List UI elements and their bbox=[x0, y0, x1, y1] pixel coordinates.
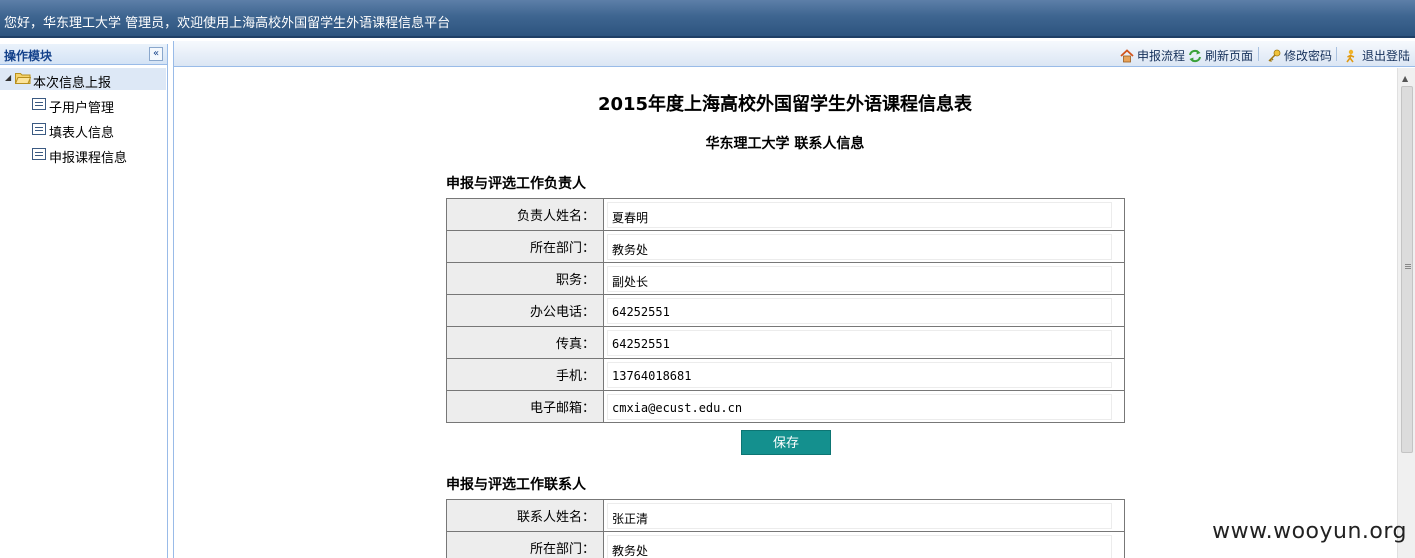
save-button[interactable]: 保存 bbox=[741, 430, 831, 455]
contact-info-table: 联系人姓名： 张正清 所在部门： 教务处 bbox=[446, 499, 1125, 558]
field-label: 所在部门： bbox=[446, 230, 604, 263]
change-password-button[interactable]: 修改密码 bbox=[1267, 47, 1332, 64]
content-area: 2015年度上海高校外国留学生外语课程信息表 华东理工大学 联系人信息 申报与评… bbox=[174, 68, 1396, 558]
table-row: 电子邮箱： cmxia@ecust.edu.cn bbox=[446, 390, 1125, 423]
vertical-scrollbar[interactable]: ▲ bbox=[1397, 68, 1415, 558]
mobile-input[interactable]: 13764018681 bbox=[607, 361, 1112, 388]
field-label: 职务： bbox=[446, 262, 604, 295]
contact-name-input[interactable]: 张正清 bbox=[607, 502, 1112, 529]
key-icon bbox=[1268, 49, 1281, 63]
watermark: www.wooyun.org bbox=[1212, 519, 1407, 544]
position-input[interactable]: 副处长 bbox=[607, 265, 1112, 292]
change-password-label: 修改密码 bbox=[1284, 49, 1333, 63]
sidebar-title: 操作模块 bbox=[4, 49, 53, 63]
collapse-icon[interactable]: « bbox=[149, 47, 163, 61]
table-row: 职务： 副处长 bbox=[446, 262, 1125, 295]
fax-input[interactable]: 64252551 bbox=[607, 329, 1112, 356]
sidebar-item-label: 填表人信息 bbox=[49, 126, 115, 141]
apply-process-label: 申报流程 bbox=[1137, 49, 1186, 63]
field-label: 手机： bbox=[446, 358, 604, 391]
apply-process-button[interactable]: 申报流程 bbox=[1120, 47, 1185, 64]
form-icon bbox=[32, 148, 46, 160]
form-icon bbox=[32, 98, 46, 110]
refresh-icon bbox=[1189, 49, 1201, 63]
toolbar-separator bbox=[1336, 47, 1337, 61]
toolbar: 申报流程 刷新页面 修改密码 退出登陆 bbox=[174, 41, 1415, 67]
sidebar-item-label: 申报课程信息 bbox=[49, 151, 128, 166]
section-title-responsible: 申报与评选工作负责人 bbox=[446, 176, 586, 192]
sidebar-item-label: 子用户管理 bbox=[49, 101, 115, 116]
table-row: 联系人姓名： 张正清 bbox=[446, 499, 1125, 532]
email-input[interactable]: cmxia@ecust.edu.cn bbox=[607, 393, 1112, 420]
expand-arrow-icon[interactable]: ◢ bbox=[5, 73, 11, 82]
sidebar: 操作模块 « ◢ 本次信息上报 子用户管理 填表人信息 申报课程信息 bbox=[0, 44, 168, 558]
main-panel: 申报流程 刷新页面 修改密码 退出登陆 2015年度上海高校外国留学生外语课程信… bbox=[173, 41, 1415, 558]
home-icon bbox=[1120, 49, 1134, 63]
field-label: 负责人姓名： bbox=[446, 198, 604, 231]
table-row: 所在部门： 教务处 bbox=[446, 230, 1125, 263]
table-row: 办公电话： 64252551 bbox=[446, 294, 1125, 327]
logout-button[interactable]: 退出登陆 bbox=[1345, 47, 1410, 64]
field-label: 办公电话： bbox=[446, 294, 604, 327]
top-banner: 您好，华东理工大学 管理员，欢迎使用上海高校外国留学生外语课程信息平台 bbox=[0, 0, 1415, 38]
table-row: 手机： 13764018681 bbox=[446, 358, 1125, 391]
contact-department-input[interactable]: 教务处 bbox=[607, 534, 1112, 558]
table-row: 传真： 64252551 bbox=[446, 326, 1125, 359]
form-icon bbox=[32, 123, 46, 135]
field-label: 传真： bbox=[446, 326, 604, 359]
scroll-thumb[interactable] bbox=[1401, 86, 1413, 453]
office-phone-input[interactable]: 64252551 bbox=[607, 297, 1112, 324]
table-row: 负责人姓名： 夏春明 bbox=[446, 198, 1125, 231]
page-title: 2015年度上海高校外国留学生外语课程信息表 bbox=[597, 94, 973, 115]
responsible-name-input[interactable]: 夏春明 bbox=[607, 201, 1112, 228]
refresh-page-button[interactable]: 刷新页面 bbox=[1188, 47, 1253, 64]
field-label: 所在部门： bbox=[446, 531, 604, 558]
department-input[interactable]: 教务处 bbox=[607, 233, 1112, 260]
tree-root-label: 本次信息上报 bbox=[33, 76, 112, 91]
grip-icon bbox=[1405, 264, 1411, 265]
scroll-up-icon[interactable]: ▲ bbox=[1402, 74, 1408, 83]
welcome-text: 您好，华东理工大学 管理员，欢迎使用上海高校外国留学生外语课程信息平台 bbox=[4, 16, 451, 31]
logout-icon bbox=[1346, 49, 1355, 63]
responsible-info-table: 负责人姓名： 夏春明 所在部门： 教务处 职务： 副处长 办公电话： 64252… bbox=[446, 198, 1125, 423]
page-subtitle: 华东理工大学 联系人信息 bbox=[705, 136, 865, 152]
sidebar-header: 操作模块 « bbox=[0, 44, 167, 65]
refresh-page-label: 刷新页面 bbox=[1205, 49, 1254, 63]
folder-open-icon bbox=[15, 73, 31, 84]
tree-root-node[interactable]: ◢ 本次信息上报 bbox=[0, 68, 166, 91]
logout-label: 退出登陆 bbox=[1362, 49, 1411, 63]
section-title-contact: 申报与评选工作联系人 bbox=[446, 477, 586, 493]
field-label: 电子邮箱： bbox=[446, 390, 604, 423]
field-label: 联系人姓名： bbox=[446, 499, 604, 532]
toolbar-separator bbox=[1258, 47, 1259, 61]
table-row: 所在部门： 教务处 bbox=[446, 531, 1125, 558]
